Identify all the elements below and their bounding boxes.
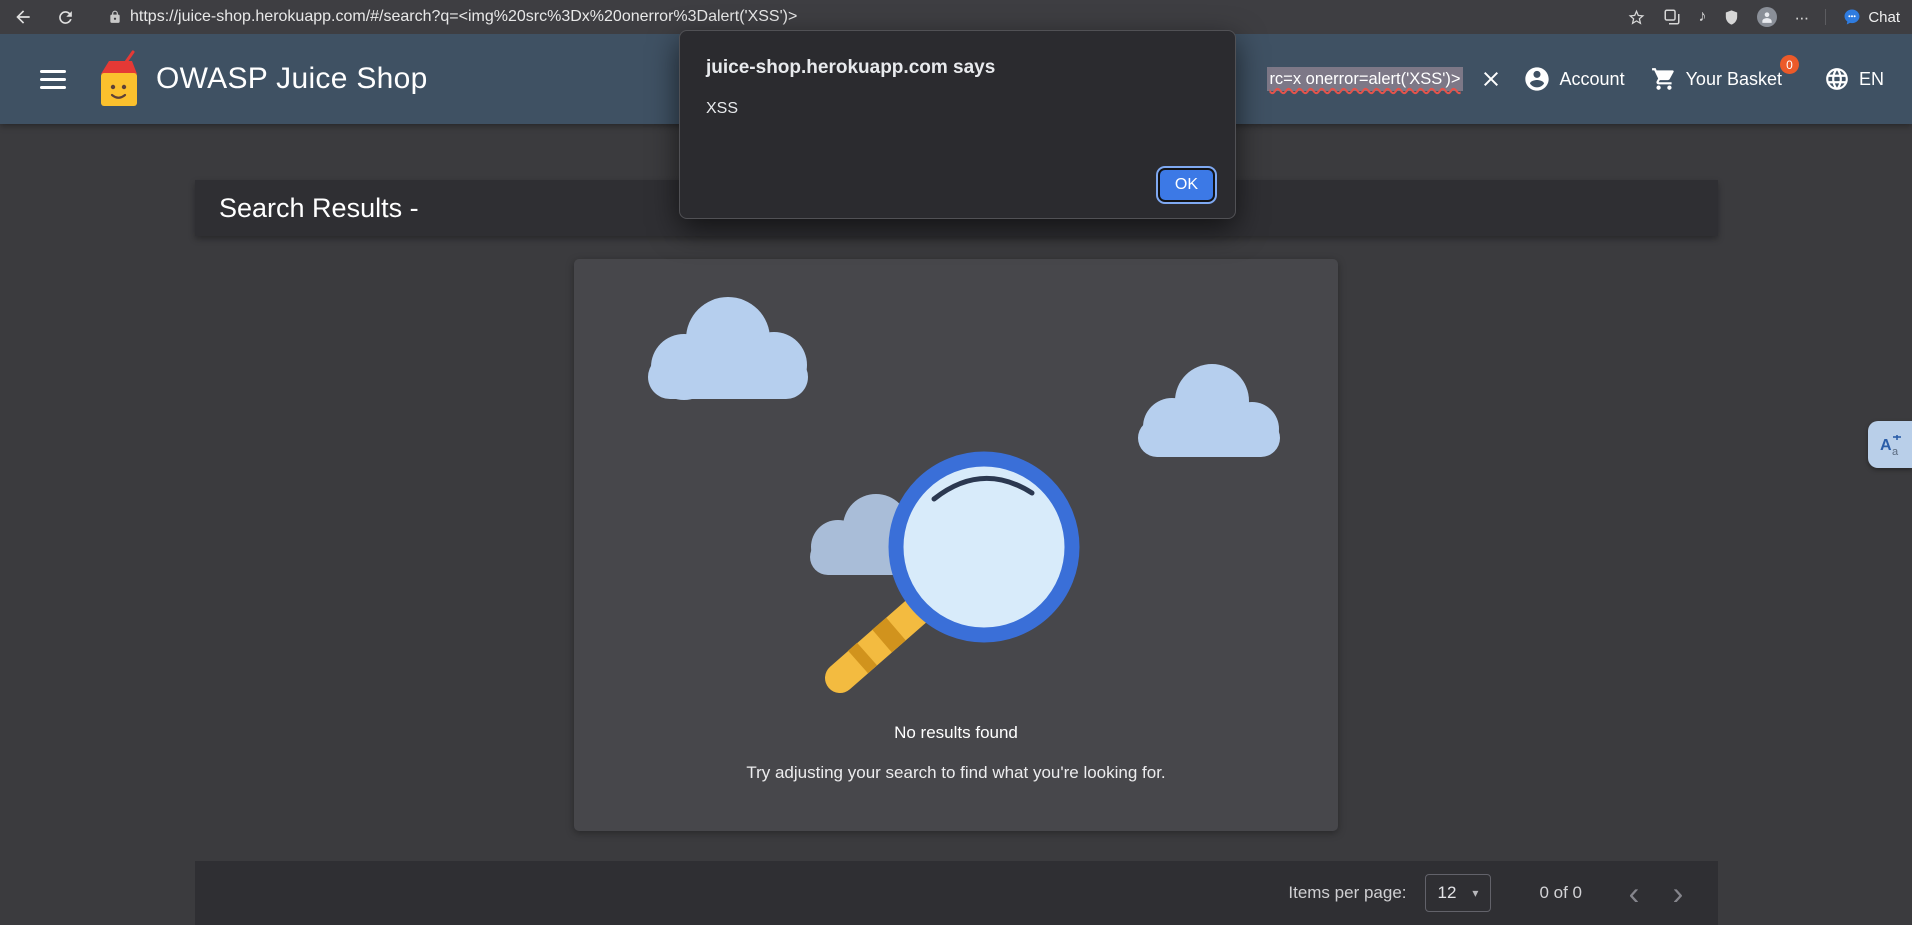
no-results-subtitle: Try adjusting your search to find what y…	[746, 763, 1165, 783]
chevron-left-icon: ‹	[1629, 877, 1640, 909]
prev-page-button[interactable]: ‹	[1612, 871, 1656, 915]
browser-window: https://juice-shop.herokuapp.com/#/searc…	[0, 0, 1912, 921]
extension-icon-1[interactable]	[1663, 8, 1681, 26]
basket-cart-icon	[1651, 66, 1677, 92]
music-note-icon: ♪	[1698, 8, 1706, 26]
dialog-title: juice-shop.herokuapp.com says	[706, 57, 1235, 79]
cloud-icon	[648, 297, 808, 400]
no-results-title: No results found	[894, 723, 1018, 743]
toolbar-actions: rc=x onerror=alert('XSS')> Account Your …	[1267, 34, 1884, 124]
dialog-message: XSS	[706, 100, 1235, 118]
back-button[interactable]	[6, 0, 40, 34]
toolbar-divider	[1825, 9, 1826, 25]
avatar	[1757, 7, 1777, 27]
browser-actions: ♪ ··· Chat	[1627, 0, 1900, 34]
next-page-button[interactable]: ›	[1656, 871, 1700, 915]
lock-icon	[108, 10, 122, 24]
search-input[interactable]: rc=x onerror=alert('XSS')>	[1267, 70, 1462, 89]
profile-avatar-button[interactable]	[1757, 7, 1777, 27]
account-button[interactable]: Account	[1523, 65, 1625, 93]
cloud-icon	[1138, 364, 1280, 457]
app-title: OWASP Juice Shop	[156, 62, 428, 96]
search-close-button[interactable]	[1479, 67, 1503, 91]
account-icon	[1523, 65, 1551, 93]
language-label: EN	[1859, 69, 1884, 90]
language-button[interactable]: EN	[1824, 66, 1884, 92]
chat-label: Chat	[1868, 9, 1900, 26]
chat-icon	[1843, 8, 1861, 26]
page-size-value: 12	[1438, 883, 1457, 903]
alert-dialog: juice-shop.herokuapp.com says XSS OK	[679, 30, 1236, 219]
more-menu-button[interactable]: ···	[1794, 9, 1808, 26]
no-results-illustration	[586, 275, 1326, 705]
search-query-text: rc=x onerror=alert('XSS')>	[1267, 67, 1462, 91]
no-results-card: No results found Try adjusting your sear…	[574, 259, 1338, 831]
basket-button[interactable]: Your Basket 0	[1651, 66, 1782, 92]
refresh-button[interactable]	[48, 0, 82, 34]
back-arrow-icon	[13, 7, 33, 27]
dropdown-caret-icon: ▾	[1472, 887, 1478, 899]
translate-icon: A a	[1877, 432, 1903, 458]
close-icon	[1479, 67, 1503, 91]
chat-button[interactable]: Chat	[1843, 8, 1900, 26]
ok-button[interactable]: OK	[1160, 170, 1213, 200]
browser-toolbar: https://juice-shop.herokuapp.com/#/searc…	[0, 0, 1912, 34]
more-icon: ···	[1794, 9, 1808, 26]
page-title: Search Results -	[219, 193, 426, 224]
translate-fab[interactable]: A a	[1868, 421, 1912, 468]
url-text: https://juice-shop.herokuapp.com/#/searc…	[130, 8, 797, 26]
basket-count-badge: 0	[1780, 55, 1799, 74]
globe-icon	[1824, 66, 1850, 92]
svg-text:a: a	[1892, 446, 1899, 458]
range-label: 0 of 0	[1539, 883, 1582, 903]
address-bar[interactable]: https://juice-shop.herokuapp.com/#/searc…	[108, 8, 797, 26]
basket-label: Your Basket	[1686, 69, 1782, 90]
svg-text:A: A	[1880, 437, 1892, 454]
collections-icon	[1663, 8, 1681, 26]
chevron-right-icon: ›	[1673, 877, 1684, 909]
extension-icon-3[interactable]	[1723, 9, 1740, 26]
juice-box-logo-icon	[92, 50, 142, 108]
person-icon	[1760, 10, 1774, 24]
extension-icon-2[interactable]: ♪	[1698, 8, 1706, 26]
star-icon	[1627, 8, 1646, 27]
favorites-star-button[interactable]	[1627, 8, 1646, 27]
account-label: Account	[1560, 69, 1625, 90]
menu-icon	[40, 70, 66, 73]
items-per-page-label: Items per page:	[1288, 883, 1406, 903]
refresh-icon	[56, 8, 75, 27]
paginator: Items per page: 12 ▾ 0 of 0 ‹ ›	[195, 861, 1718, 925]
menu-button[interactable]	[36, 62, 70, 96]
page-size-select[interactable]: 12 ▾	[1425, 874, 1492, 912]
shield-icon	[1723, 9, 1740, 26]
